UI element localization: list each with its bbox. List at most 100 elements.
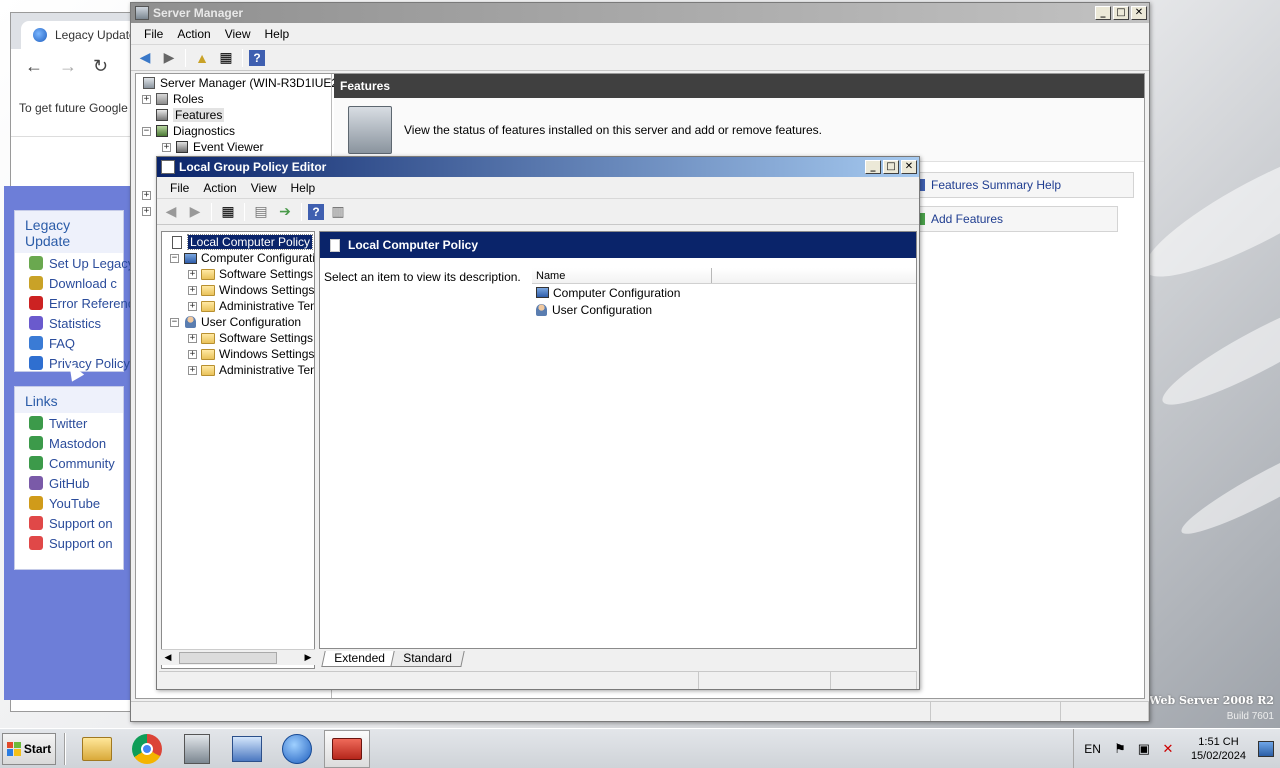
minimize-button[interactable]: _ [865,160,881,174]
tree-root[interactable]: Server Manager (WIN-R3D1IUE2IT [136,75,349,91]
features-summary-help-label: Features Summary Help [931,178,1062,192]
expand-icon[interactable]: + [188,285,197,295]
tree-item-administrative-templates[interactable]: + Administrative Tem [162,362,314,378]
details-list: Name Computer Configuration User Configu… [532,268,916,318]
show-desktop-icon[interactable] [1258,741,1274,757]
taskbar-explorer[interactable] [74,730,120,768]
menu-view[interactable]: View [244,181,284,195]
close-button[interactable]: ✕ [1131,6,1147,20]
up-folder-icon[interactable]: ▲ [192,48,212,68]
network-icon[interactable]: ▣ [1135,740,1153,758]
maximize-button[interactable]: □ [883,160,899,174]
clock[interactable]: 1:51 CH 15/02/2024 [1183,735,1254,763]
action-center-flag-icon[interactable]: ⚑ [1111,740,1129,758]
tab-standard[interactable]: Standard [390,651,465,667]
export-list-icon[interactable]: ➔ [275,202,295,222]
menu-view[interactable]: View [218,27,258,41]
menu-file[interactable]: File [137,27,170,41]
expand-icon[interactable]: + [188,301,197,311]
sidebar-link[interactable]: Support on [15,513,123,533]
expand-icon[interactable]: + [142,206,151,216]
scroll-thumb[interactable] [179,651,277,664]
scroll-right-icon[interactable]: ▶ [301,652,315,663]
sidebar-link[interactable]: Mastodon [15,433,123,453]
help-icon[interactable]: ? [308,203,324,220]
scroll-left-icon[interactable]: ◀ [161,652,175,663]
tree-root-local-computer-policy[interactable]: Local Computer Policy [162,234,314,250]
show-hide-tree-icon[interactable]: ▦ [216,48,236,68]
tree-item-event-viewer[interactable]: + Event Viewer [136,139,331,155]
tree-item-administrative-templates[interactable]: + Administrative Tem [162,298,314,314]
tree-item-user-configuration[interactable]: − User Configuration [162,314,314,330]
policy-document-icon [330,238,340,252]
tree-item-diagnostics[interactable]: − Diagnostics [136,123,331,139]
back-icon[interactable]: ◀ [135,48,155,68]
tree-item-software-settings[interactable]: + Software Settings [162,330,314,346]
taskbar-control-panel[interactable] [224,730,270,768]
minimize-button[interactable]: _ [1095,6,1111,20]
expand-icon[interactable]: + [188,269,197,279]
expand-icon[interactable]: + [188,349,197,359]
sidebar-link[interactable]: YouTube [15,493,123,513]
menu-action[interactable]: Action [170,27,217,41]
sidebar-link[interactable]: Download c [15,273,123,293]
sidebar-link[interactable]: Support on [15,533,123,553]
back-icon[interactable]: ◀ [161,202,181,222]
taskbar-server-manager[interactable] [174,730,220,768]
show-action-pane-icon[interactable]: ▥ [328,202,348,222]
taskbar-group-policy-editor[interactable] [324,729,370,768]
taskbar-chrome[interactable] [124,730,170,768]
sidebar-link[interactable]: Error Reference [15,293,141,313]
tree-item-software-settings[interactable]: + Software Settings [162,266,314,282]
taskbar-legacy-update[interactable] [274,730,320,768]
sidebar-link[interactable]: Set Up Legacy [15,253,134,273]
tree-item-computer-configuration[interactable]: − Computer Configuratio [162,250,314,266]
expand-icon[interactable]: + [142,94,151,104]
tree-item-windows-settings[interactable]: + Windows Settings [162,282,314,298]
forward-icon[interactable]: ▶ [185,202,205,222]
menu-file[interactable]: File [163,181,196,195]
gpedit-titlebar[interactable]: Local Group Policy Editor _ □ ✕ [157,157,919,177]
menu-action[interactable]: Action [196,181,243,195]
expand-icon[interactable]: + [142,190,151,200]
language-indicator[interactable]: EN [1073,729,1111,768]
show-hide-tree-icon[interactable]: ▦ [218,202,238,222]
tree-horizontal-scrollbar[interactable]: ◀ ▶ [161,649,315,665]
properties-icon[interactable]: ▤ [251,202,271,222]
list-item-user-configuration[interactable]: User Configuration [532,301,916,318]
list-item-computer-configuration[interactable]: Computer Configuration [532,284,916,301]
sidebar-link[interactable]: GitHub [15,473,123,493]
collapse-icon[interactable]: − [170,317,179,327]
column-name[interactable]: Name [532,268,712,283]
server-manager-titlebar[interactable]: Server Manager _ □ ✕ [131,3,1149,23]
sidebar-link[interactable]: Community [15,453,123,473]
help-icon[interactable]: ? [249,49,265,66]
sidebar-link[interactable]: Statistics [15,313,123,333]
forward-icon[interactable]: → [59,56,77,77]
forward-icon[interactable]: ▶ [159,48,179,68]
tree-item-roles[interactable]: + Roles [136,91,331,107]
tree-item-features[interactable]: Features [136,107,331,123]
close-button[interactable]: ✕ [901,160,917,174]
reload-icon[interactable]: ↻ [93,56,108,77]
collapse-icon[interactable]: − [170,253,179,263]
sidebar-link[interactable]: Twitter [15,413,123,433]
group-policy-editor-window[interactable]: Local Group Policy Editor _ □ ✕ File Act… [156,156,920,690]
back-icon[interactable]: ← [25,56,43,77]
sidebar-link[interactable]: FAQ [15,333,123,353]
menu-help[interactable]: Help [258,27,297,41]
tree-item-windows-settings[interactable]: + Windows Settings [162,346,314,362]
expand-icon[interactable]: + [162,142,171,152]
expand-icon[interactable]: + [188,333,197,343]
expand-icon[interactable]: + [188,365,197,375]
start-button[interactable]: Start [2,732,56,765]
maximize-button[interactable]: □ [1113,6,1129,20]
collapse-icon[interactable]: − [142,126,151,136]
menu-help[interactable]: Help [284,181,323,195]
chrome-tab[interactable]: Legacy Update [21,21,139,49]
features-summary-help-link[interactable]: Features Summary Help [908,172,1134,198]
system-tray: EN ⚑ ▣ ✕ 1:51 CH 15/02/2024 [1073,729,1280,768]
add-features-link[interactable]: Add Features [908,206,1118,232]
tab-extended[interactable]: Extended [321,651,398,667]
volume-muted-icon[interactable]: ✕ [1159,740,1177,758]
